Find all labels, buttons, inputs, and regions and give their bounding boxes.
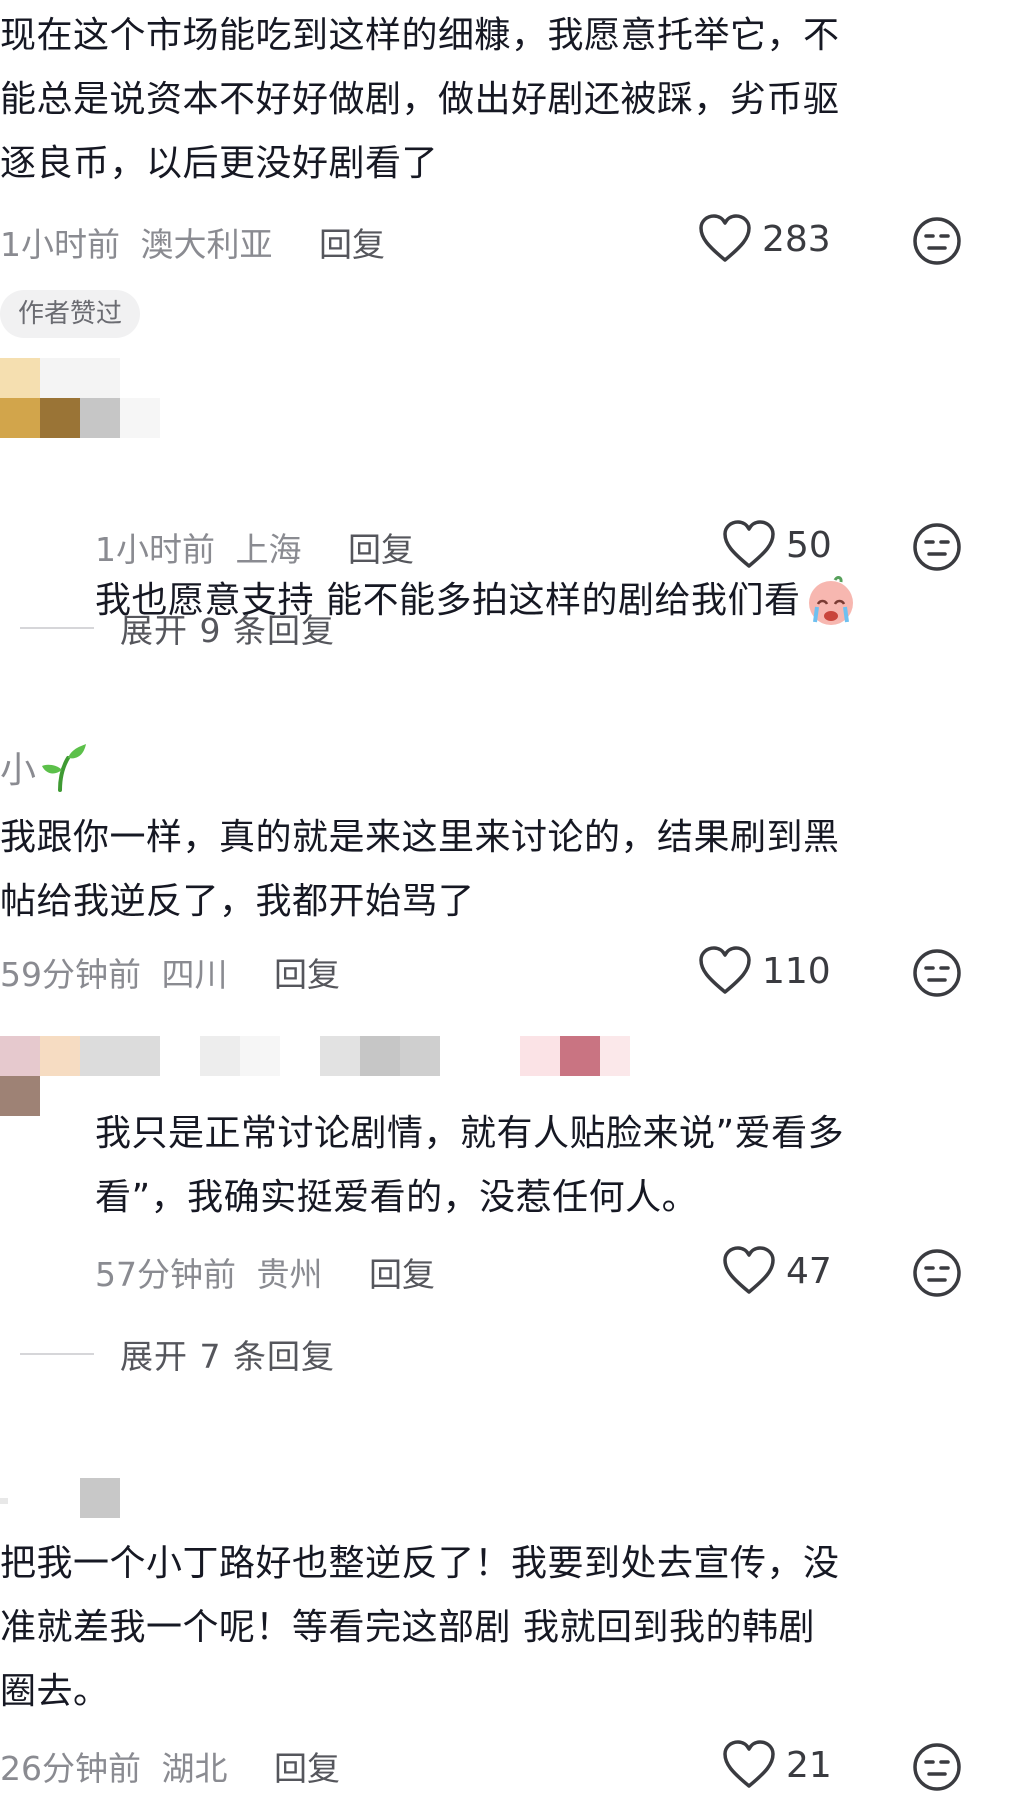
like-count: 47 [786,1250,832,1292]
comment-location: 上海 [235,530,302,569]
expand-replies-label: 展开 7 条回复 [120,1337,335,1376]
expand-replies-button[interactable]: 展开 9 条回复 [20,604,335,652]
meh-face-icon[interactable] [912,216,962,266]
expand-replies-label: 展开 9 条回复 [120,611,335,650]
meh-face-icon[interactable] [912,1248,962,1298]
meh-face-icon[interactable] [912,1742,962,1792]
meh-face-icon[interactable] [912,522,962,572]
comment-time: 57分钟前 [95,1255,236,1294]
like-count: 283 [762,218,831,260]
crying-face-emoji [804,446,858,756]
comment-location: 贵州 [256,1255,323,1294]
comment-time: 1小时前 [0,225,120,264]
like-button[interactable]: 21 [722,1740,832,1790]
avatar[interactable] [0,358,160,440]
comment-time: 59分钟前 [0,955,141,994]
avatar[interactable] [0,1478,120,1518]
like-button[interactable]: 47 [722,1246,832,1296]
comment-time: 1小时前 [95,530,215,569]
meh-face-icon[interactable] [912,948,962,998]
heart-outline-icon [698,946,752,996]
like-button[interactable]: 110 [698,946,831,996]
comment-time: 26分钟前 [0,1749,141,1788]
comment-meta: 57分钟前 贵州 回复 [95,1248,435,1296]
like-count: 50 [786,524,832,566]
heart-outline-icon [722,1740,776,1790]
reply-button[interactable]: 回复 [274,955,340,994]
reply-button[interactable]: 回复 [274,1749,340,1788]
comment-location: 湖北 [161,1749,228,1788]
comment-meta: 26分钟前 湖北 回复 [0,1742,340,1790]
comment-location: 澳大利亚 [140,225,273,264]
comment-text: 我也愿意支持 能不能多拍这样的剧给我们看 [95,446,858,756]
like-count: 21 [786,1744,832,1786]
comment-text: 我只是正常讨论剧情，就有人贴脸来说”爱看多 看”，我确实挺爱看的，没惹任何人。 [95,1113,845,1218]
expand-replies-button[interactable]: 展开 7 条回复 [20,1330,335,1378]
heart-outline-icon [698,214,752,264]
heart-outline-icon [722,1246,776,1296]
username-text: 小 [0,750,37,791]
comment-text: 把我一个小丁路好也整逆反了！我要到处去宣传，没 准就差我一个呢！等看完这部剧 我… [0,1543,840,1712]
reply-button[interactable]: 回复 [348,530,414,569]
username[interactable]: 小 [0,740,88,794]
heart-outline-icon [722,520,776,570]
reply-button[interactable]: 回复 [319,225,385,264]
like-button[interactable]: 283 [698,214,831,264]
like-button[interactable]: 50 [722,520,832,570]
comment-text: 现在这个市场能吃到这样的细糠，我愿意托举它，不 能总是说资本不好好做剧，做出好剧… [0,15,840,184]
comment-meta: 59分钟前 四川 回复 [0,948,340,996]
reply-button[interactable]: 回复 [369,1255,435,1294]
author-liked-badge: 作者赞过 [0,290,141,338]
like-count: 110 [762,950,831,992]
comment-location: 四川 [161,955,228,994]
comment-meta: 1小时前 澳大利亚 回复 [0,218,385,266]
expand-divider [20,627,94,629]
expand-divider [20,1353,94,1355]
seedling-icon [38,740,88,794]
comment-meta: 1小时前 上海 回复 [95,523,414,571]
comment-text: 我跟你一样，真的就是来这里来讨论的，结果刷到黑 帖给我逆反了，我都开始骂了 [0,817,840,922]
